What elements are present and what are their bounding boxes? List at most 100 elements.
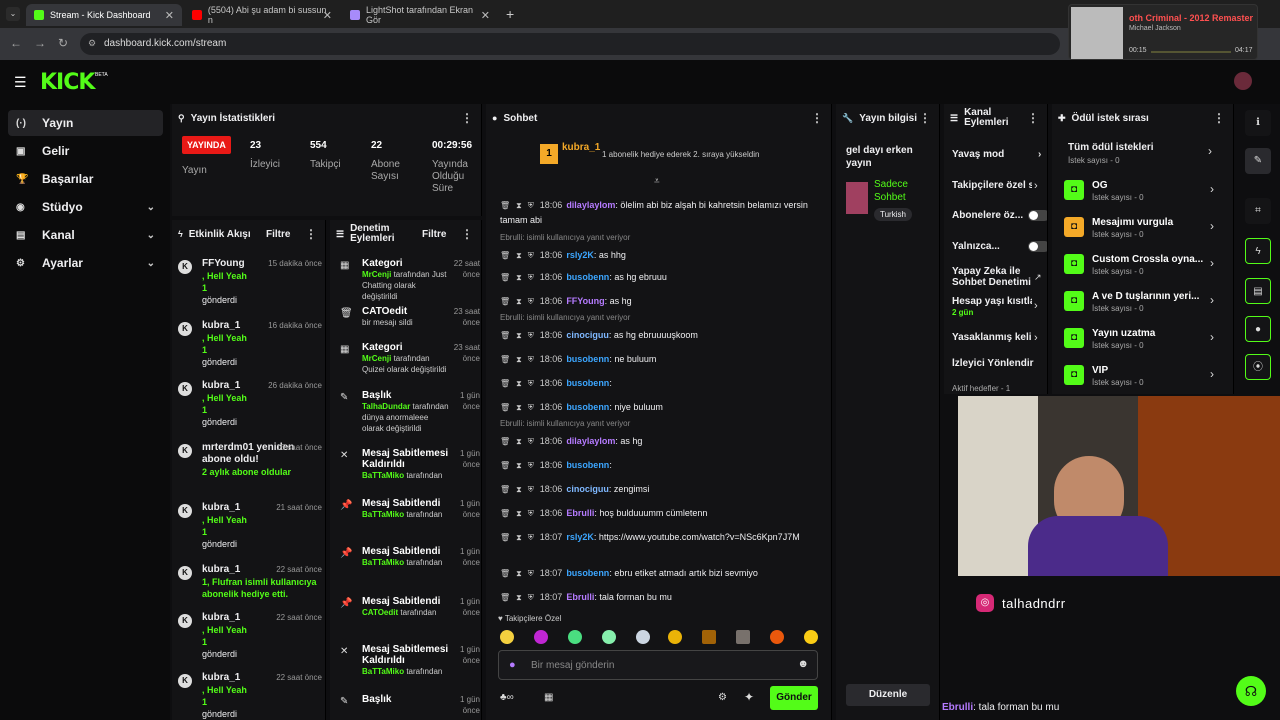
active-goals[interactable]: Aktif hedefler - 1	[952, 384, 1010, 393]
more-options-icon[interactable]: ⋮	[811, 111, 823, 125]
ban-icon[interactable]: ⛨	[528, 331, 534, 340]
mic-icon[interactable]: ●	[509, 659, 516, 671]
tab-search-icon[interactable]: ⌄	[6, 7, 20, 21]
ban-icon[interactable]: ⛨	[528, 251, 534, 260]
delete-icon[interactable]: 🗑	[500, 297, 510, 306]
timeout-icon[interactable]: ⧗	[516, 297, 522, 306]
send-button[interactable]: Gönder	[770, 686, 818, 710]
delete-icon[interactable]: 🗑	[500, 201, 510, 210]
song-progress[interactable]	[1151, 51, 1231, 53]
ban-icon[interactable]: ⛨	[528, 509, 534, 518]
delete-icon[interactable]: 🗑	[500, 355, 510, 364]
chat-username[interactable]: Ebrulli	[566, 592, 594, 602]
ban-icon[interactable]: ⛨	[528, 485, 534, 494]
ban-icon[interactable]: ⛨	[528, 533, 534, 542]
filter-button[interactable]: Filtre	[422, 229, 446, 240]
delete-icon[interactable]: 🗑	[500, 569, 510, 578]
chat-message[interactable]: 🗑 ⧗ ⛨ 18:06 dilaylaylom: ölelim abi biz alşa…	[500, 198, 820, 227]
kick-badge-icon[interactable]: ✦	[744, 690, 754, 704]
crop-icon[interactable]: ⌗	[1245, 198, 1271, 224]
chat-message[interactable]: 🗑 ⧗ ⛨ 18:07 busobenn: ebru etiket atmadı art…	[500, 566, 820, 581]
reward-item[interactable]: ◘ VIP İstek sayısı - 0 ›	[1064, 365, 1214, 394]
reward-item[interactable]: ◘ Yayın uzatma İstek sayısı - 0 ›	[1064, 328, 1214, 358]
action-banned-words[interactable]: Yasaklanmış keli	[952, 332, 1032, 343]
action-emotes-only[interactable]: Yalnızca...	[952, 241, 1047, 252]
tab-lightshot[interactable]: LightShot tarafından Ekran Gör ✕	[342, 4, 498, 26]
emote-icon[interactable]	[736, 630, 750, 644]
emote-icon[interactable]	[602, 630, 616, 644]
reward-item[interactable]: ◘ Custom Crossla oyna... İstek sayısı - 0 ›	[1064, 254, 1214, 284]
sidebar-item-basarilar[interactable]: 🏆 Başarılar	[8, 166, 163, 192]
ban-icon[interactable]: ⛨	[528, 355, 534, 364]
chat-username[interactable]: Ebrulli	[566, 508, 594, 518]
emote-icon[interactable]	[636, 630, 650, 644]
chat-username[interactable]: dilaylaylom	[566, 200, 615, 210]
timeout-icon[interactable]: ⧗	[516, 593, 522, 602]
reward-item[interactable]: ◘ A ve D tuşlarının yeri... İstek sayısı -…	[1064, 291, 1214, 321]
timeout-icon[interactable]: ⧗	[516, 331, 522, 340]
delete-icon[interactable]: 🗑	[500, 509, 510, 518]
timeout-icon[interactable]: ⧗	[516, 533, 522, 542]
emote-icon[interactable]	[668, 630, 682, 644]
category-name[interactable]: Sadece Sohbet	[874, 178, 934, 204]
delete-icon[interactable]: 🗑	[500, 379, 510, 388]
delete-icon[interactable]: 🗑	[500, 593, 510, 602]
sidebar-item-kanal[interactable]: ▤ Kanal ⌄	[8, 222, 163, 248]
support-icon[interactable]: ☊	[1236, 676, 1266, 706]
ban-icon[interactable]: ⛨	[528, 569, 534, 578]
timeout-icon[interactable]: ⧗	[516, 379, 522, 388]
emotes-only-toggle[interactable]	[1028, 241, 1047, 252]
chat-username[interactable]: dilaylaylom	[566, 436, 615, 446]
more-options-icon[interactable]: ⋮	[461, 227, 473, 241]
chat-message[interactable]: 🗑 ⧗ ⛨ 18:06 busobenn: niye buluum	[500, 400, 820, 415]
filter-button[interactable]: Filtre	[266, 229, 290, 240]
forward-arrow-icon[interactable]: →	[34, 36, 46, 50]
sidebar-item-gelir[interactable]: ▣ Gelir	[8, 138, 163, 164]
chat-message[interactable]: 🗑 ⧗ ⛨ 18:06 busobenn: as hg ebruuu	[500, 270, 820, 285]
chat-message[interactable]: 🗑 ⧗ ⛨ 18:06 rsly2K: as hhg	[500, 248, 820, 263]
chat-username[interactable]: cinociguu	[566, 484, 609, 494]
url-input[interactable]: dashboard.kick.com/stream	[80, 33, 1060, 55]
action-followers-only[interactable]: Takipçilere özel s	[952, 180, 1032, 191]
delete-icon[interactable]: 🗑	[500, 403, 510, 412]
close-tab-icon[interactable]: ✕	[323, 9, 332, 22]
chat-input[interactable]: ● Bir mesaj gönderin ☻	[498, 650, 818, 680]
ban-icon[interactable]: ⛨	[528, 403, 534, 412]
chat-message[interactable]: 🗑 ⧗ ⛨ 18:06 FFYoung: as hg	[500, 294, 820, 309]
chat-message[interactable]: 🗑 ⧗ ⛨ 18:07 rsly2K: https://www.youtube.com/…	[500, 530, 820, 545]
chat-tools-icon[interactable]: ♣∞	[500, 692, 514, 703]
action-ai-moderation[interactable]: Yapay Zeka ile Sohbet Denetimi	[952, 266, 1032, 288]
reward-item[interactable]: ◘ Mesajımı vurgula İstek sayısı - 0 ›	[1064, 217, 1214, 247]
chat-username[interactable]: rsly2K	[566, 250, 594, 260]
timeout-icon[interactable]: ⧗	[516, 485, 522, 494]
delete-icon[interactable]: 🗑	[500, 533, 510, 542]
emote-icon[interactable]	[702, 630, 716, 644]
kick-logo[interactable]: KICK	[40, 70, 95, 95]
chat-username[interactable]: rsly2K	[566, 532, 594, 542]
timeout-icon[interactable]: ⧗	[516, 569, 522, 578]
delete-icon[interactable]: 🗑	[500, 331, 510, 340]
action-subs-only[interactable]: Abonelere öz...	[952, 210, 1047, 221]
reload-icon[interactable]: ↻	[58, 36, 68, 50]
ban-icon[interactable]: ⛨	[528, 461, 534, 470]
subs-only-toggle[interactable]	[1028, 210, 1047, 221]
chat-message[interactable]: 🗑 ⧗ ⛨ 18:06 Ebrulli: hoş bulduuumm cümletenn	[500, 506, 820, 521]
sidebar-item-yayin[interactable]: (·) Yayın	[8, 110, 163, 136]
delete-icon[interactable]: 🗑	[500, 485, 510, 494]
chat-username[interactable]: cinociguu	[566, 330, 609, 340]
ban-icon[interactable]: ⛨	[528, 201, 534, 210]
chat-username[interactable]: busobenn	[566, 354, 609, 364]
menu-icon[interactable]: ☰	[14, 74, 27, 91]
tab-youtube[interactable]: (5504) Abi şu adam bi sussun n ✕	[184, 4, 340, 26]
lightning-icon[interactable]: ϟ	[1245, 238, 1271, 264]
more-options-icon[interactable]: ⋮	[305, 227, 317, 241]
scroll-down-icon[interactable]: ⩡	[654, 176, 660, 187]
chat-username[interactable]: busobenn	[566, 378, 609, 388]
timeout-icon[interactable]: ⧗	[516, 509, 522, 518]
more-options-icon[interactable]: ⋮	[461, 111, 473, 125]
ban-icon[interactable]: ⛨	[528, 437, 534, 446]
chat-message[interactable]: 🗑 ⧗ ⛨ 18:06 busobenn:	[500, 376, 820, 391]
chat-username[interactable]: busobenn	[566, 272, 609, 282]
chat-bubble-icon[interactable]: ●	[1245, 316, 1271, 342]
gear-icon[interactable]: ⚙	[718, 692, 727, 703]
